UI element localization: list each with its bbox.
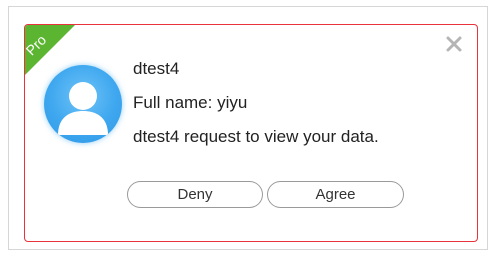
full-name-row: Full name: yiyu [133, 93, 247, 113]
request-message: dtest4 request to view your data. [133, 127, 379, 146]
deny-button[interactable]: Deny [127, 181, 263, 208]
avatar [44, 65, 122, 143]
close-button[interactable] [445, 35, 463, 53]
username: dtest4 [133, 59, 180, 78]
full-name-value: yiyu [217, 93, 248, 112]
close-icon [446, 36, 462, 52]
user-icon [58, 82, 108, 135]
data-request-dialog: Pro dtest4 Full name: yiyu dtest4 reques… [24, 24, 478, 242]
full-name-label: Full name: [133, 93, 213, 112]
agree-button[interactable]: Agree [267, 181, 404, 208]
